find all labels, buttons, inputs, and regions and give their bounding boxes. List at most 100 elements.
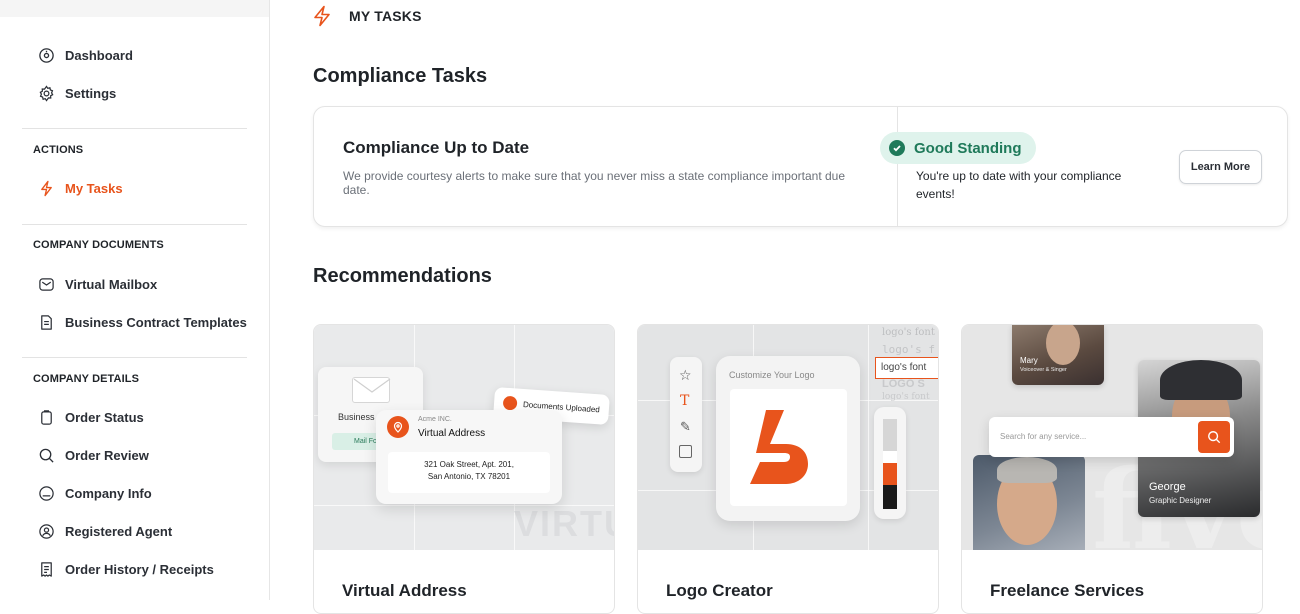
freelance-search-bar: Search for any service... (989, 417, 1234, 457)
status-badge: Good Standing (880, 132, 1037, 164)
section-heading-company-documents: COMPANY DOCUMENTS (33, 239, 164, 251)
business-label: Business (338, 412, 375, 422)
color-swatch-black (883, 485, 897, 509)
virtual-address-label: Virtual Address (418, 428, 486, 439)
envelope-icon (352, 377, 391, 403)
freelancer-name: George (1149, 481, 1186, 493)
color-swatch-white (883, 451, 897, 463)
sidebar-item-label: My Tasks (65, 180, 123, 196)
sidebar-item-virtual-mailbox[interactable]: Virtual Mailbox (38, 274, 157, 294)
sidebar-item-label: Registered Agent (65, 523, 173, 539)
document-icon (502, 395, 518, 411)
sidebar-item-label: Order Review (65, 447, 149, 463)
search-icon (38, 447, 55, 464)
hat (1160, 360, 1242, 400)
search-button (1198, 421, 1230, 453)
sidebar-item-label: Order Status (65, 409, 144, 425)
recommendation-card-virtual-address[interactable]: VIRTUZEE Business Mail Forw Documents Up… (313, 324, 615, 614)
freelancer-photo-mary: Mary Voiceover & Singer (1012, 325, 1104, 385)
text-icon: T (680, 393, 690, 409)
hair (997, 457, 1057, 483)
compliance-card: Compliance Up to Date We provide courtes… (313, 106, 1288, 227)
info-icon (38, 485, 55, 502)
virtual-address-illustration: VIRTUZEE Business Mail Forw Documents Up… (314, 325, 614, 550)
font-sample: LOGO S (882, 378, 925, 390)
check-icon (889, 140, 905, 156)
color-swatch-light (883, 419, 897, 451)
contract-icon (38, 314, 55, 331)
company-name: Acme INC. (418, 416, 452, 423)
recommendations-section-title: Recommendations (313, 265, 492, 287)
sidebar-item-order-history[interactable]: Order History / Receipts (38, 559, 214, 579)
sidebar-item-business-contract-templates[interactable]: Business Contract Templates (38, 312, 247, 332)
divider (22, 224, 247, 225)
freelancer-photo (973, 455, 1085, 550)
color-slider (874, 407, 906, 519)
freelance-services-illustration: five Mary Voiceover & Singer George Grap… (962, 325, 1262, 550)
image-icon (679, 445, 692, 458)
font-sample: logo's font (882, 392, 930, 402)
compliance-card-description: We provide courtesy alerts to make sure … (343, 169, 846, 197)
status-badge-label: Good Standing (914, 139, 1022, 157)
sidebar-item-registered-agent[interactable]: Registered Agent (38, 521, 172, 541)
sidebar-item-label: Dashboard (65, 47, 133, 63)
sidebar-item-my-tasks[interactable]: My Tasks (38, 178, 123, 198)
divider (897, 107, 898, 226)
divider (22, 357, 247, 358)
mailbox-icon (38, 276, 55, 293)
lightning-icon (314, 5, 330, 27)
freelancer-name: Mary (1020, 356, 1038, 365)
receipt-icon (38, 561, 55, 578)
sidebar-item-dashboard[interactable]: Dashboard (38, 45, 133, 65)
sidebar-item-label: Settings (65, 85, 117, 101)
sidebar-item-label: Order History / Receipts (65, 561, 214, 577)
compliance-section-title: Compliance Tasks (313, 65, 488, 87)
learn-more-button[interactable]: Learn More (1179, 150, 1262, 184)
section-heading-actions: ACTIONS (33, 144, 84, 156)
sidebar-item-order-status[interactable]: Order Status (38, 407, 144, 427)
page-title: MY TASKS (349, 8, 422, 24)
logo-canvas (730, 389, 847, 506)
recommendation-card-title: Logo Creator (666, 581, 773, 600)
location-pin-icon (387, 416, 409, 438)
star-icon: ☆ (679, 367, 692, 383)
divider (22, 128, 247, 129)
customize-logo-label: Customize Your Logo (729, 370, 815, 380)
page-header: MY TASKS (312, 5, 422, 27)
agent-icon (38, 523, 55, 540)
watermark-text: VIRTUZEE (514, 503, 614, 544)
recommendation-card-title: Virtual Address (342, 581, 467, 600)
recommendation-card-logo-creator[interactable]: logo's font logo's f logo's font LOGO S … (637, 324, 939, 614)
font-sample: logo's f (882, 343, 935, 356)
freelancer-role: Graphic Designer (1149, 496, 1212, 505)
color-swatch-orange (883, 463, 897, 485)
sidebar: Dashboard Settings ACTIONS My Tasks COMP… (0, 0, 270, 600)
main-content: MY TASKS Compliance Tasks Compliance Up … (270, 0, 1300, 614)
address-line-1: 321 Oak Street, Apt. 201, (424, 460, 514, 469)
sidebar-item-label: Business Contract Templates (65, 314, 247, 330)
search-icon (1208, 431, 1221, 444)
sidebar-header (0, 0, 269, 17)
address-line-2: San Antonio, TX 78201 (427, 472, 511, 481)
address-box: 321 Oak Street, Apt. 201, San Antonio, T… (388, 452, 550, 493)
pen-icon: ✎ (680, 419, 691, 434)
freelancer-role: Voiceover & Singer (1020, 367, 1067, 373)
clipboard-icon (38, 409, 55, 426)
section-heading-company-details: COMPANY DETAILS (33, 373, 140, 385)
logo-creator-illustration: logo's font logo's f logo's font LOGO S … (638, 325, 938, 550)
sidebar-item-order-review[interactable]: Order Review (38, 445, 149, 465)
recommendation-card-freelance-services[interactable]: five Mary Voiceover & Singer George Grap… (961, 324, 1263, 614)
logo-mark-icon (750, 410, 808, 484)
search-placeholder: Search for any service... (1000, 432, 1087, 441)
sidebar-item-label: Company Info (65, 485, 152, 501)
virtual-address-mock-card: Acme INC. Virtual Address 321 Oak Street… (376, 410, 562, 504)
font-sample: logo's font (882, 327, 935, 338)
sidebar-item-settings[interactable]: Settings (38, 83, 116, 103)
sidebar-item-company-info[interactable]: Company Info (38, 483, 152, 503)
tool-palette: ☆ T ✎ (670, 357, 702, 472)
sidebar-item-label: Virtual Mailbox (65, 276, 158, 292)
compliance-status-text: You're up to date with your compliance e… (916, 169, 1122, 201)
grid-line (868, 325, 869, 550)
font-input: logo's font (875, 357, 938, 379)
customize-logo-panel: Customize Your Logo (716, 356, 860, 521)
